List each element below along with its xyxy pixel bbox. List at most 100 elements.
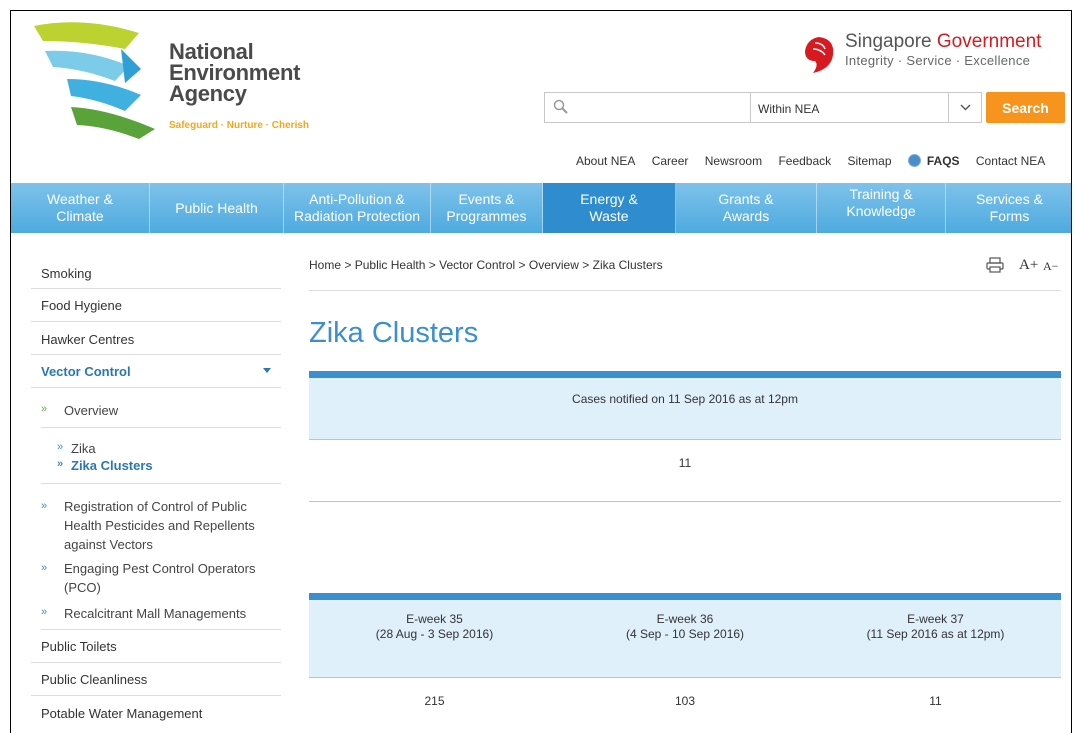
nea-logo-name: National Environment Agency [169,39,300,105]
faqs-label: FAQS [926,154,960,168]
nav-energy-waste[interactable]: Energy & Waste [543,183,676,233]
nav-events-programmes[interactable]: Events & Programmes [431,183,543,233]
sidebar-item-recalcitrant-mall[interactable]: » Recalcitrant Mall Managements [41,596,281,630]
nav-label-line2: Knowledge [846,203,916,219]
utility-link-feedback[interactable]: Feedback [778,154,831,168]
sg-title: Singapore Government [845,31,1041,53]
nav-anti-pollution[interactable]: Anti-Pollution & Radiation Protection [284,183,431,233]
week35-value: 215 [424,694,445,708]
breadcrumb-home[interactable]: Home [309,258,341,272]
double-chevron-right-icon: » [57,458,64,470]
breadcrumb-current: Zika Clusters [592,258,663,272]
sidebar-item-smoking[interactable]: Smoking [31,255,281,289]
double-chevron-right-icon: » [41,606,48,618]
sidebar-item-vector-control[interactable]: Vector Control [31,355,281,388]
nav-label-line1: Weather & [47,191,113,207]
table1-top-bar [309,371,1061,378]
utility-link-sitemap[interactable]: Sitemap [848,154,892,168]
faq-icon [907,154,921,167]
week37-label: E-week 37 [907,612,964,626]
nav-grants-awards[interactable]: Grants & Awards [676,183,817,233]
search-input[interactable] [545,93,750,122]
week36-range: (4 Sep - 10 Sep 2016) [625,627,745,641]
sg-subtitle: Integrity · Service · Excellence [845,53,1031,68]
sidebar-item-registration-pesticides[interactable]: » Registration of Control of Public Heal… [41,484,281,552]
utility-link-contact[interactable]: Contact NEA [976,154,1045,168]
lion-head-icon [805,37,834,73]
sidebar-item-potable-water[interactable]: Potable Water Management [31,696,281,729]
font-increase-button[interactable]: A+ [1019,257,1038,274]
sg-title-government: Government [936,31,1042,52]
page-title: Zika Clusters [309,317,479,349]
zika-label: Zika [71,441,96,456]
table2-header: E-week 35 (28 Aug - 3 Sep 2016) E-week 3… [309,600,1061,678]
main-nav: Weather & Climate Public Health Anti-Poll… [11,183,1071,233]
table1-header: Cases notified on 11 Sep 2016 as at 12pm [309,378,1061,440]
table2-header-week36: E-week 36 (4 Sep - 10 Sep 2016) [560,612,810,642]
sidebar-item-zika[interactable]: » Zika [57,441,96,456]
week37-value: 11 [929,694,942,708]
utility-link-newsroom[interactable]: Newsroom [705,154,762,168]
logo-line-national: National [169,39,254,64]
nea-logo[interactable]: National Environment Agency Safeguard · … [29,21,329,141]
table2-header-week35: E-week 35 (28 Aug - 3 Sep 2016) [309,612,560,642]
breadcrumb-separator: > [582,258,590,272]
table2-row: 215 103 11 [309,678,1061,733]
table1-header-cell: Cases notified on 11 Sep 2016 as at 12pm [572,392,798,406]
sidebar-item-food-hygiene[interactable]: Food Hygiene [31,289,281,322]
registration-line1: Registration of Control of Public [64,499,247,514]
nav-label-line2: Programmes [446,208,527,224]
sidebar-item-public-toilets[interactable]: Public Toilets [31,630,281,663]
sidebar-item-public-cleanliness[interactable]: Public Cleanliness [31,663,281,696]
sidebar-item-overview[interactable]: » Overview [41,388,281,428]
utility-link-career[interactable]: Career [652,154,689,168]
breadcrumb-public-health[interactable]: Public Health [355,258,426,272]
breadcrumb-separator: > [344,258,352,272]
search-button[interactable]: Search [986,92,1065,123]
sidebar: Smoking Food Hygiene Hawker Centres Vect… [31,255,281,729]
nav-label-line1: Anti-Pollution & [309,191,405,207]
print-icon[interactable] [986,257,1004,273]
nav-weather-climate[interactable]: Weather & Climate [11,183,150,233]
nav-label-line2: Forms [989,208,1030,224]
double-chevron-down-icon: » [41,403,48,415]
sidebar-item-hawker-centres[interactable]: Hawker Centres [31,322,281,355]
week35-range: (28 Aug - 3 Sep 2016) [375,627,494,641]
double-chevron-right-icon: » [57,441,64,453]
singapore-government-logo[interactable]: Singapore Government Integrity · Service… [801,31,1061,81]
nav-label-line1: Events & [458,191,515,207]
breadcrumb-separator: > [518,258,526,272]
nav-label-line1: Energy & [580,191,638,207]
breadcrumb: Home > Public Health > Vector Control > … [309,258,663,272]
breadcrumb-overview[interactable]: Overview [529,258,579,272]
overview-label: Overview [64,403,119,418]
sidebar-item-zika-clusters[interactable]: » Zika Clusters [57,458,153,473]
week36-label: E-week 36 [656,612,714,626]
search-scope-select[interactable]: Within NEA [750,92,982,123]
sidebar-item-engaging-pco[interactable]: » Engaging Pest Control Operators (PCO) [41,551,281,596]
pco-line1: Engaging Pest Control Operators [64,561,256,576]
breadcrumb-divider [309,290,1061,291]
page-tools: A+ A− [986,256,1066,276]
week37-range: (11 Sep 2016 as at 12pm) [866,627,1005,641]
nav-label-line2: Radiation Protection [293,208,421,224]
nea-logo-mark-icon [34,22,155,139]
utility-link-about[interactable]: About NEA [576,154,635,168]
nav-label-line1: Training & [849,186,913,202]
table1-row: 11 [309,440,1061,502]
nav-label-line1: Public Health [175,199,258,216]
utility-link-faqs[interactable]: FAQS [907,154,960,168]
search-scope-chevron[interactable] [948,93,981,122]
nav-training-knowledge[interactable]: Training & Knowledge [817,183,946,233]
breadcrumb-vector-control[interactable]: Vector Control [439,258,515,272]
vector-control-label: Vector Control [41,364,131,379]
double-chevron-right-icon: » [41,500,48,512]
nav-public-health[interactable]: Public Health [150,183,284,233]
font-decrease-button[interactable]: A− [1043,259,1058,274]
nav-services-forms[interactable]: Services & Forms [946,183,1071,233]
logo-tagline: Safeguard · Nurture · Cherish [169,120,310,131]
breadcrumb-separator: > [428,258,436,272]
pco-line2: (PCO) [64,580,101,595]
browser-frame: National Environment Agency Safeguard · … [10,10,1072,733]
recalcitrant-label: Recalcitrant Mall Managements [64,606,247,621]
